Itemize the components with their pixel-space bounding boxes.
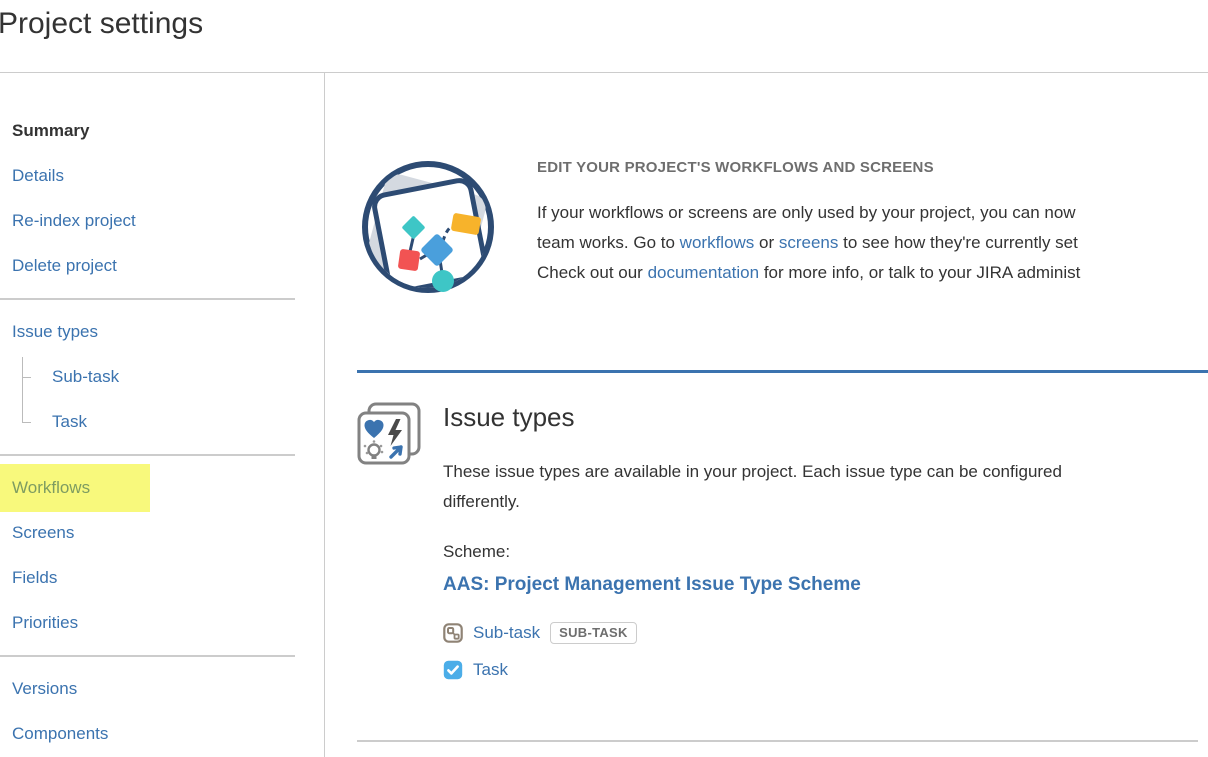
banner-text: If your workflows or screens are only us… xyxy=(537,203,1076,222)
sidebar-divider xyxy=(0,298,295,300)
banner-text: team works. Go to xyxy=(537,233,680,252)
sidebar-item-reindex-project[interactable]: Re-index project xyxy=(12,211,324,231)
sidebar-item-workflows[interactable]: Workflows xyxy=(0,464,150,512)
sidebar-divider xyxy=(0,655,295,657)
screens-link[interactable]: screens xyxy=(779,233,839,252)
sidebar-item-sub-task[interactable]: Sub-task xyxy=(12,367,324,387)
sidebar-item-details[interactable]: Details xyxy=(12,166,324,186)
banner-text: or xyxy=(754,233,779,252)
page-header: Project settings xyxy=(0,0,1208,73)
sidebar-divider xyxy=(0,454,295,456)
issue-type-row-subtask: Sub-task SUB-TASK xyxy=(443,622,1208,644)
scheme-label: Scheme: xyxy=(443,542,1208,562)
sidebar-item-task[interactable]: Task xyxy=(12,412,324,432)
subtask-badge: SUB-TASK xyxy=(550,622,637,644)
banner-text: for more info, or talk to your JIRA admi… xyxy=(759,263,1080,282)
section-divider-blue xyxy=(357,370,1208,373)
project-settings-sidebar: Summary Details Re-index project Delete … xyxy=(0,73,325,757)
sidebar-item-summary[interactable]: Summary xyxy=(12,121,324,141)
sidebar-item-issue-types[interactable]: Issue types xyxy=(12,322,324,342)
sidebar-item-fields[interactable]: Fields xyxy=(12,568,324,588)
documentation-link[interactable]: documentation xyxy=(648,263,760,282)
banner-text: Check out our xyxy=(537,263,648,282)
workflows-screens-banner: EDIT YOUR PROJECT'S WORKFLOWS AND SCREEN… xyxy=(357,155,1208,297)
scheme-link[interactable]: AAS: Project Management Issue Type Schem… xyxy=(443,574,861,596)
page-title: Project settings xyxy=(0,4,1208,44)
workflow-folder-icon xyxy=(357,157,500,297)
subtask-icon xyxy=(443,623,463,643)
banner-paragraph-line2: team works. Go to workflows or screens t… xyxy=(537,228,1080,258)
section-divider-gray xyxy=(357,740,1198,742)
subtask-link[interactable]: Sub-task xyxy=(473,623,540,643)
sidebar-item-components[interactable]: Components xyxy=(12,724,324,744)
issue-types-icon xyxy=(357,402,423,466)
task-link[interactable]: Task xyxy=(473,660,508,680)
issue-types-tree: Sub-task Task xyxy=(12,367,324,432)
banner-paragraph-line1: If your workflows or screens are only us… xyxy=(537,198,1080,228)
issue-types-description: These issue types are available in your … xyxy=(443,457,1115,517)
sidebar-item-priorities[interactable]: Priorities xyxy=(12,613,324,633)
sidebar-item-screens[interactable]: Screens xyxy=(12,523,324,543)
banner-text: to see how they're currently set xyxy=(838,233,1077,252)
main-content: EDIT YOUR PROJECT'S WORKFLOWS AND SCREEN… xyxy=(325,73,1208,757)
banner-heading: EDIT YOUR PROJECT'S WORKFLOWS AND SCREEN… xyxy=(537,159,1080,176)
banner-paragraph-line3: Check out our documentation for more inf… xyxy=(537,258,1080,288)
sidebar-item-versions[interactable]: Versions xyxy=(12,679,324,699)
issue-types-section: Issue types These issue types are availa… xyxy=(357,402,1208,702)
sidebar-item-delete-project[interactable]: Delete project xyxy=(12,256,324,276)
task-checkbox-icon xyxy=(443,660,463,680)
workflows-link[interactable]: workflows xyxy=(680,233,755,252)
issue-types-title: Issue types xyxy=(443,402,1208,433)
issue-type-row-task: Task xyxy=(443,660,1208,680)
